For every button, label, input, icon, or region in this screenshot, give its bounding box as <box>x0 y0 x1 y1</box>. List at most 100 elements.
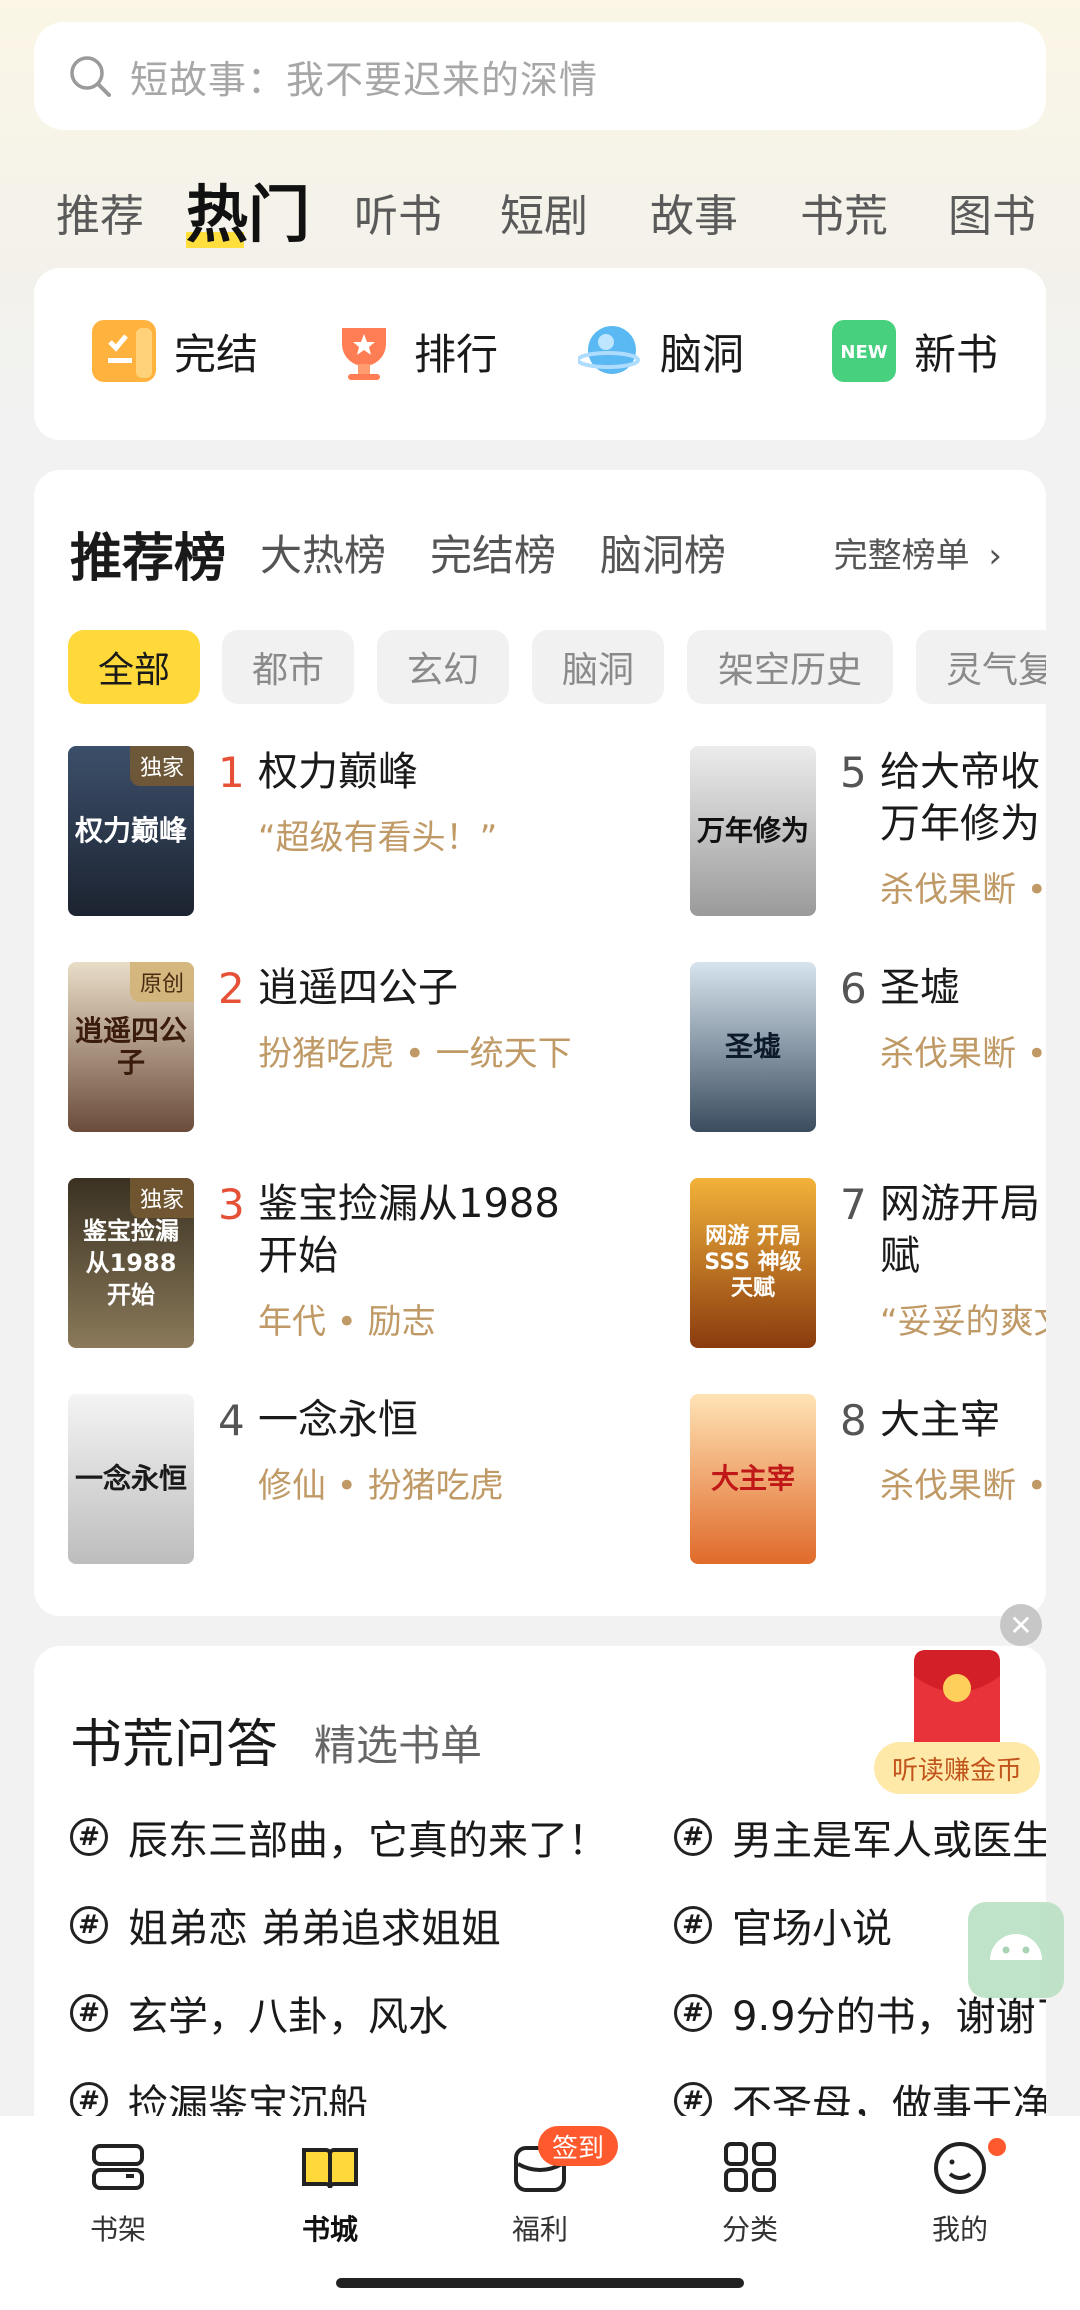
book-cover: 大主宰 <box>690 1394 816 1564</box>
tab-audiobook[interactable]: 听书 <box>354 180 442 244</box>
book-item[interactable]: 逍遥四公子 原创 2 逍遥四公子 扮猪吃虎 • 一统天下 <box>68 962 608 1162</box>
book-item[interactable]: 权力巅峰 独家 1 权力巅峰 “超级有看头！” <box>68 746 608 946</box>
book-title: 圣墟 <box>880 965 960 1011</box>
planet-icon <box>576 320 642 382</box>
nav-label: 我的 <box>931 2213 988 2246</box>
search-icon <box>70 56 111 97</box>
book-title: 给大帝收万年修为 <box>880 749 1040 847</box>
chip-alt-history[interactable]: 架空历史 <box>687 630 893 704</box>
book-item[interactable]: 万年修为 5 给大帝收万年修为 杀伐果断 • <box>690 746 1046 946</box>
topic-item[interactable]: # 官场小说 <box>674 1896 892 1954</box>
trophy-icon <box>332 320 396 382</box>
close-promo-button[interactable]: ✕ <box>1000 1604 1042 1646</box>
topic-item[interactable]: # 辰东三部曲，它真的来了！ <box>70 1808 608 1866</box>
search-placeholder: 短故事：我不要迟来的深情 <box>130 57 599 102</box>
tab-books[interactable]: 图书 <box>948 180 1036 244</box>
quick-links-card: 完结 排行 脑洞 NEW 新书 <box>34 268 1046 440</box>
nav-mine[interactable]: 我的 <box>900 2140 1020 2248</box>
rank-number: 4 <box>218 1396 245 1445</box>
exclusive-badge: 独家 <box>129 1178 194 1218</box>
rank-number: 8 <box>840 1396 867 1445</box>
qa-title: 书荒问答 <box>70 1715 279 1775</box>
book-tag: “妥妥的爽文 <box>880 1302 1046 1342</box>
quick-link-label: 脑洞 <box>660 329 745 379</box>
book-cover: 逍遥四公子 原创 <box>68 962 194 1132</box>
chevron-right-icon: › <box>988 536 1002 576</box>
svg-text:NEW: NEW <box>840 342 887 363</box>
hashtag-icon: # <box>70 1906 108 1944</box>
hashtag-icon: # <box>674 2082 712 2120</box>
book-cover: 权力巅峰 独家 <box>68 746 194 916</box>
tab-hot[interactable]: 热门 <box>186 164 310 254</box>
nav-category[interactable]: 分类 <box>690 2140 810 2248</box>
nav-bookstore[interactable]: 书城 <box>270 2140 390 2248</box>
rank-number: 1 <box>218 748 245 797</box>
nav-label: 分类 <box>721 2213 778 2246</box>
chip-urban[interactable]: 都市 <box>222 630 354 704</box>
book-item[interactable]: 一念永恒 4 一念永恒 修仙 • 扮猪吃虎 <box>68 1394 608 1594</box>
book-item[interactable]: 圣墟 6 圣墟 杀伐果断 • <box>690 962 1046 1162</box>
tab-book-famine[interactable]: 书荒 <box>800 180 888 244</box>
quick-link-new-books[interactable]: NEW 新书 <box>832 320 998 382</box>
book-item[interactable]: 鉴宝捡漏 从1988开始 独家 3 鉴宝捡漏从1988开始 年代 • 励志 <box>68 1178 608 1378</box>
chip-brainhole[interactable]: 脑洞 <box>532 630 664 704</box>
nav-bookshelf[interactable]: 书架 <box>58 2140 178 2248</box>
qa-subtitle-link[interactable]: 精选书单 <box>314 1712 482 1773</box>
notification-dot <box>988 2138 1006 2156</box>
tab-short-drama[interactable]: 短剧 <box>500 180 588 244</box>
book-tag: 修仙 • 扮猪吃虎 <box>258 1466 504 1506</box>
quick-link-label: 排行 <box>414 329 499 379</box>
quick-link-completed[interactable]: 完结 <box>92 320 258 382</box>
red-packet-icon[interactable] <box>910 1646 1010 1826</box>
open-book-icon <box>302 2148 358 2189</box>
chip-fantasy[interactable]: 玄幻 <box>377 630 509 704</box>
book-item[interactable]: 大主宰 8 大主宰 杀伐果断 • <box>690 1394 1046 1594</box>
rank-tab-completed[interactable]: 完结榜 <box>430 522 556 583</box>
home-indicator[interactable] <box>336 2278 744 2288</box>
ranking-card: 推荐榜 大热榜 完结榜 脑洞榜 完整榜单 › 全部 都市 玄幻 脑洞 架空历史 … <box>34 470 1046 1616</box>
top-tabs: 推荐 热门 听书 短剧 故事 书荒 图书 <box>0 162 1080 252</box>
search-bar[interactable]: 短故事：我不要迟来的深情 <box>34 22 1046 130</box>
exclusive-badge: 独家 <box>129 746 194 786</box>
grid-icon <box>724 2142 776 2192</box>
rank-number: 3 <box>218 1180 245 1229</box>
rank-number: 2 <box>218 964 245 1013</box>
checkin-badge: 签到 <box>538 2126 619 2166</box>
tab-recommend[interactable]: 推荐 <box>56 180 144 244</box>
book-title: 权力巅峰 <box>258 749 418 795</box>
quick-link-ranking[interactable]: 排行 <box>332 320 498 382</box>
hashtag-icon: # <box>674 1906 712 1944</box>
topic-item[interactable]: # 姐弟恋 弟弟追求姐姐 <box>70 1896 501 1954</box>
book-tag: 扮猪吃虎 • 一统天下 <box>258 1034 572 1074</box>
topic-item[interactable]: # 玄学，八卦，风水 <box>70 1984 448 2042</box>
book-title: 鉴宝捡漏从1988开始 <box>258 1181 560 1279</box>
hashtag-icon: # <box>674 1818 712 1856</box>
full-ranking-link[interactable]: 完整榜单 › <box>834 528 1002 577</box>
category-chips: 全部 都市 玄幻 脑洞 架空历史 灵气复 <box>68 630 1046 706</box>
hashtag-icon: # <box>70 2082 108 2120</box>
rank-number: 6 <box>840 964 867 1013</box>
android-assistant-icon[interactable] <box>968 1902 1064 1998</box>
bookshelf-icon <box>92 2144 144 2190</box>
nav-label: 福利 <box>511 2213 568 2246</box>
book-cover: 圣墟 <box>690 962 816 1132</box>
rank-number: 5 <box>840 748 867 797</box>
rank-tab-recommend[interactable]: 推荐榜 <box>70 516 226 591</box>
chip-spirit-revival[interactable]: 灵气复 <box>916 630 1046 704</box>
quick-link-brainhole[interactable]: 脑洞 <box>576 320 745 382</box>
original-badge: 原创 <box>129 962 194 1002</box>
book-item[interactable]: 网游 开局SSS 神级天赋 7 网游开局赋 “妥妥的爽文 <box>690 1178 1046 1378</box>
quick-link-label: 完结 <box>174 329 259 379</box>
nav-label: 书城 <box>301 2213 358 2246</box>
book-title: 逍遥四公子 <box>258 965 458 1011</box>
book-title: 一念永恒 <box>258 1397 418 1443</box>
tab-stories[interactable]: 故事 <box>650 180 738 244</box>
book-tag: 年代 • 励志 <box>258 1302 436 1342</box>
rank-tab-brainhole[interactable]: 脑洞榜 <box>600 522 726 583</box>
smiley-face-icon <box>934 2142 986 2194</box>
rank-tab-hot[interactable]: 大热榜 <box>260 522 386 583</box>
book-tag: 杀伐果断 • <box>880 1034 1046 1074</box>
earn-coins-badge[interactable]: 听读赚金币 <box>874 1742 1040 1794</box>
chip-all[interactable]: 全部 <box>68 630 200 704</box>
book-cover: 一念永恒 <box>68 1394 194 1564</box>
